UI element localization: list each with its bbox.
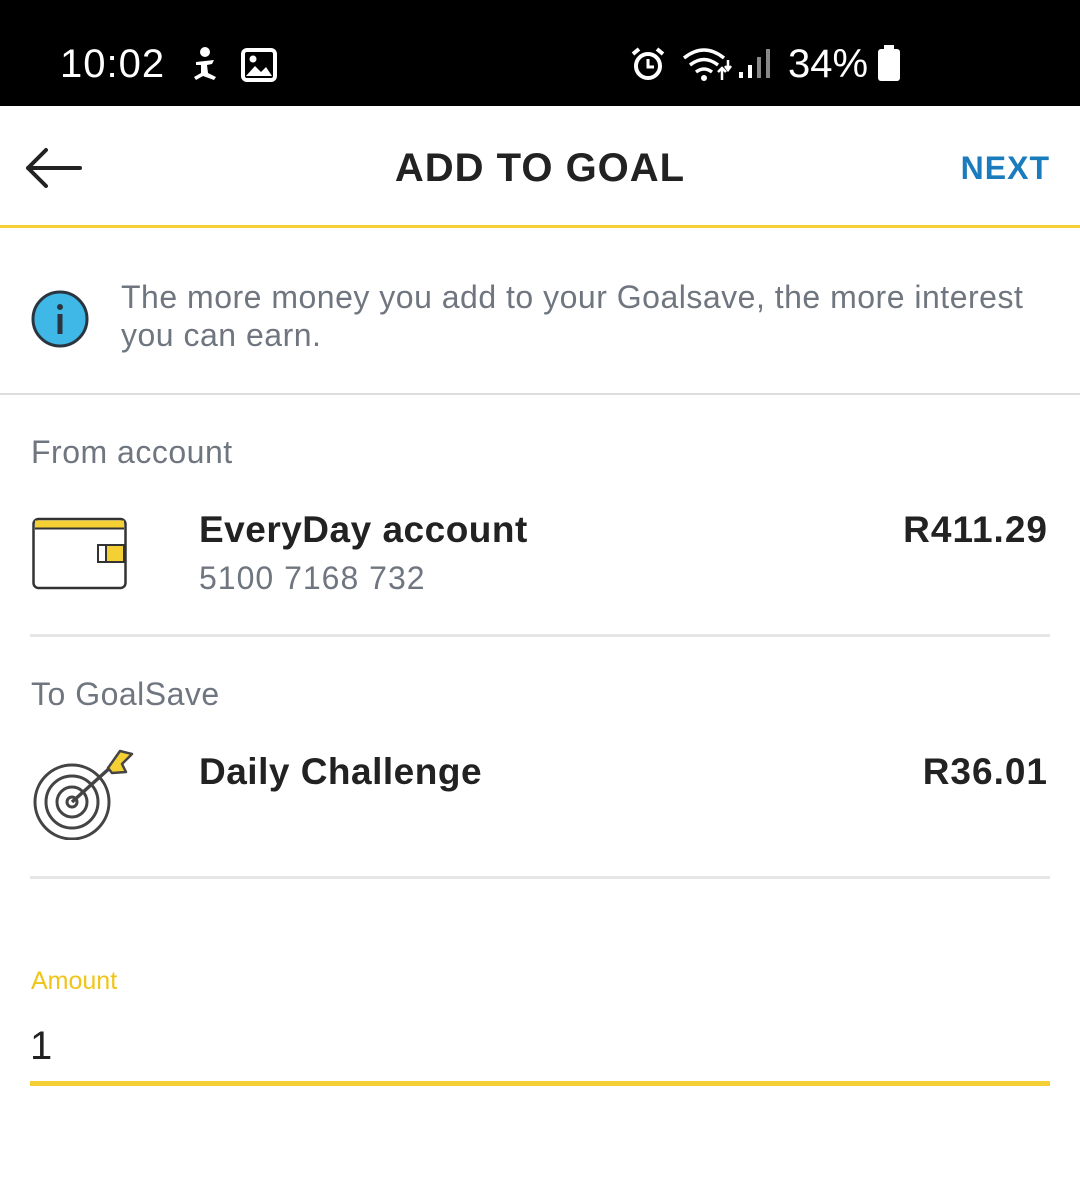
amount-label: Amount [31, 967, 118, 995]
status-bar: 10:02 34% [0, 0, 1080, 106]
info-banner: The more money you add to your Goalsave,… [0, 228, 1080, 395]
wifi-icon [682, 48, 732, 81]
from-account-name: EveryDay account [199, 509, 528, 550]
battery-icon [878, 45, 900, 81]
info-icon [31, 290, 89, 348]
divider [30, 634, 1050, 637]
alarm-icon [631, 47, 665, 80]
next-button[interactable]: NEXT [961, 148, 1050, 188]
to-goal-row[interactable]: Daily Challenge R36.01 [0, 740, 1080, 876]
status-time: 10:02 [60, 42, 166, 86]
to-goal-balance: R36.01 [922, 751, 1048, 792]
from-account-balance: R411.29 [903, 509, 1048, 550]
wallet-icon [32, 517, 127, 590]
battery-percentage: 34% [788, 42, 869, 86]
to-goal-name: Daily Challenge [199, 751, 483, 792]
to-goal-label: To GoalSave [31, 676, 220, 712]
info-text: The more money you add to your Goalsave,… [121, 279, 1024, 353]
from-account-number: 5100 7168 732 [199, 560, 426, 596]
gallery-icon [241, 48, 277, 82]
amount-input[interactable] [30, 1020, 1050, 1086]
divider [30, 876, 1050, 879]
signal-icon [739, 49, 770, 78]
page-title: ADD TO GOAL [394, 146, 686, 190]
app-header: ADD TO GOAL NEXT [0, 106, 1080, 228]
accessibility-icon [194, 47, 216, 80]
from-account-row[interactable]: EveryDay account 5100 7168 732 R411.29 [0, 490, 1080, 634]
from-account-label: From account [31, 434, 233, 470]
target-icon [33, 749, 134, 840]
